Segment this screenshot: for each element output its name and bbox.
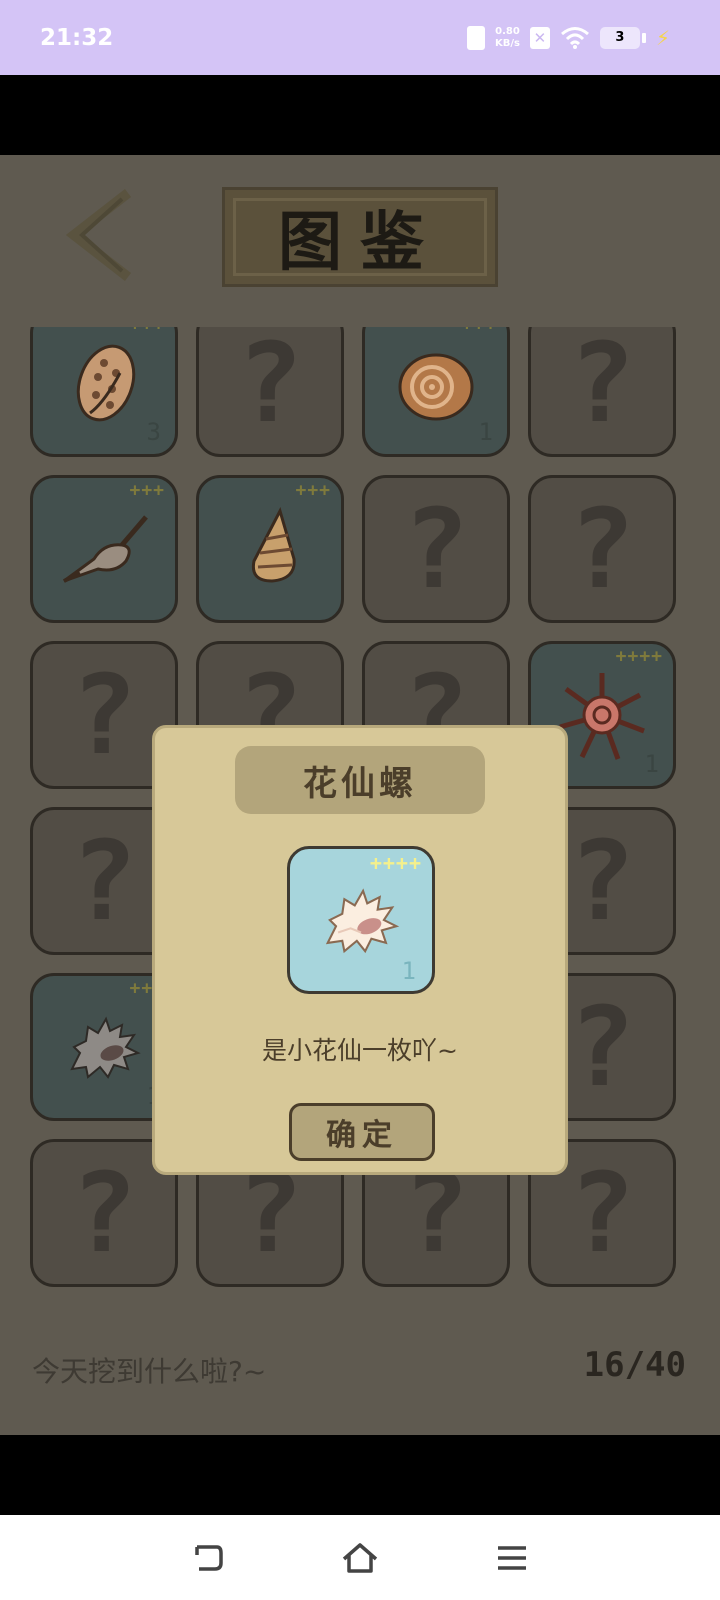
collection-count: 16/40 (583, 1345, 686, 1385)
item-count: 1 (478, 418, 493, 446)
unknown-item-icon: ? (568, 817, 636, 945)
dialog-item-count: 1 (401, 957, 416, 985)
unknown-item-icon: ? (568, 327, 636, 447)
murex-shell-icon (325, 888, 400, 954)
dialog-description: 是小花仙一枚吖~ (262, 1036, 458, 1065)
network-speed-unit: KB/s (494, 37, 520, 49)
rarity-stars: +++ (295, 480, 331, 501)
battery-icon: 3 (599, 26, 646, 49)
dialog-title: 花仙螺 (303, 763, 417, 804)
home-icon[interactable] (339, 1537, 381, 1579)
unknown-item-icon: ? (568, 1149, 636, 1277)
item-count: 3 (146, 418, 161, 446)
status-icons: 0.80 KB/s ✕ 3 ⚡ (466, 25, 670, 50)
sim-card-icon (466, 25, 485, 50)
status-bar: 21:32 0.80 KB/s ✕ 3 ⚡ (0, 0, 720, 75)
spindle-shell-icon (63, 515, 148, 583)
spiral-snail-shell-icon (398, 353, 474, 421)
title-plate: 图鉴 (222, 187, 498, 287)
dialog-item-tile: ++++ 1 (287, 846, 435, 994)
conch-shell-icon (251, 506, 296, 583)
collection-tile-found[interactable]: +++ (30, 475, 178, 623)
murex-shell-icon (70, 1016, 141, 1079)
rarity-stars: ++++ (369, 851, 422, 875)
item-count: 1 (644, 750, 659, 778)
network-speed-value: 0.80 (495, 25, 520, 37)
unknown-item-icon: ? (70, 817, 138, 945)
page-title: 图鉴 (278, 206, 442, 280)
collection-tile-found[interactable]: +++ 3 (30, 327, 178, 457)
collection-tile-found[interactable]: +++ 1 (362, 327, 510, 457)
rarity-stars: +++ (461, 327, 497, 335)
collection-screen: 图鉴 +++3?+++1?++++++?????++++1????+++1???… (0, 155, 720, 1435)
footer-hint: 今天挖到什么啦?~ (32, 1355, 267, 1388)
system-nav-bar (0, 1515, 720, 1600)
menu-icon[interactable] (491, 1537, 533, 1579)
cowrie-shell-icon (76, 344, 136, 422)
unknown-item-icon: ? (402, 485, 470, 613)
chevron-left-icon[interactable] (60, 185, 140, 285)
rarity-stars: +++ (129, 327, 165, 335)
confirm-button[interactable]: 确定 (289, 1103, 435, 1161)
battery-level: 3 (599, 26, 640, 49)
close-box-icon: ✕ (529, 26, 550, 49)
wifi-icon (560, 26, 589, 49)
collection-tile-unknown[interactable]: ? (528, 327, 676, 457)
unknown-item-icon: ? (568, 485, 636, 613)
unknown-item-icon: ? (70, 651, 138, 779)
battery-tip (641, 32, 646, 43)
unknown-item-icon: ? (568, 983, 636, 1111)
collection-tile-unknown[interactable]: ? (528, 475, 676, 623)
rarity-stars: ++++ (615, 646, 663, 667)
unknown-item-icon: ? (70, 1149, 138, 1277)
back-icon[interactable] (187, 1537, 229, 1579)
rarity-stars: +++ (129, 480, 165, 501)
charging-bolt-icon: ⚡ (655, 25, 670, 50)
status-time: 21:32 (40, 24, 114, 51)
collection-tile-unknown[interactable]: ? (196, 327, 344, 457)
network-speed: 0.80 KB/s (495, 26, 520, 50)
item-detail-dialog: 花仙螺 ++++ 1 是小花仙一枚吖~ 确定 (152, 725, 568, 1175)
unknown-item-icon: ? (236, 327, 304, 447)
dialog-title-bar: 花仙螺 (235, 746, 485, 814)
collection-tile-unknown[interactable]: ? (362, 475, 510, 623)
collection-tile-found[interactable]: +++ (196, 475, 344, 623)
